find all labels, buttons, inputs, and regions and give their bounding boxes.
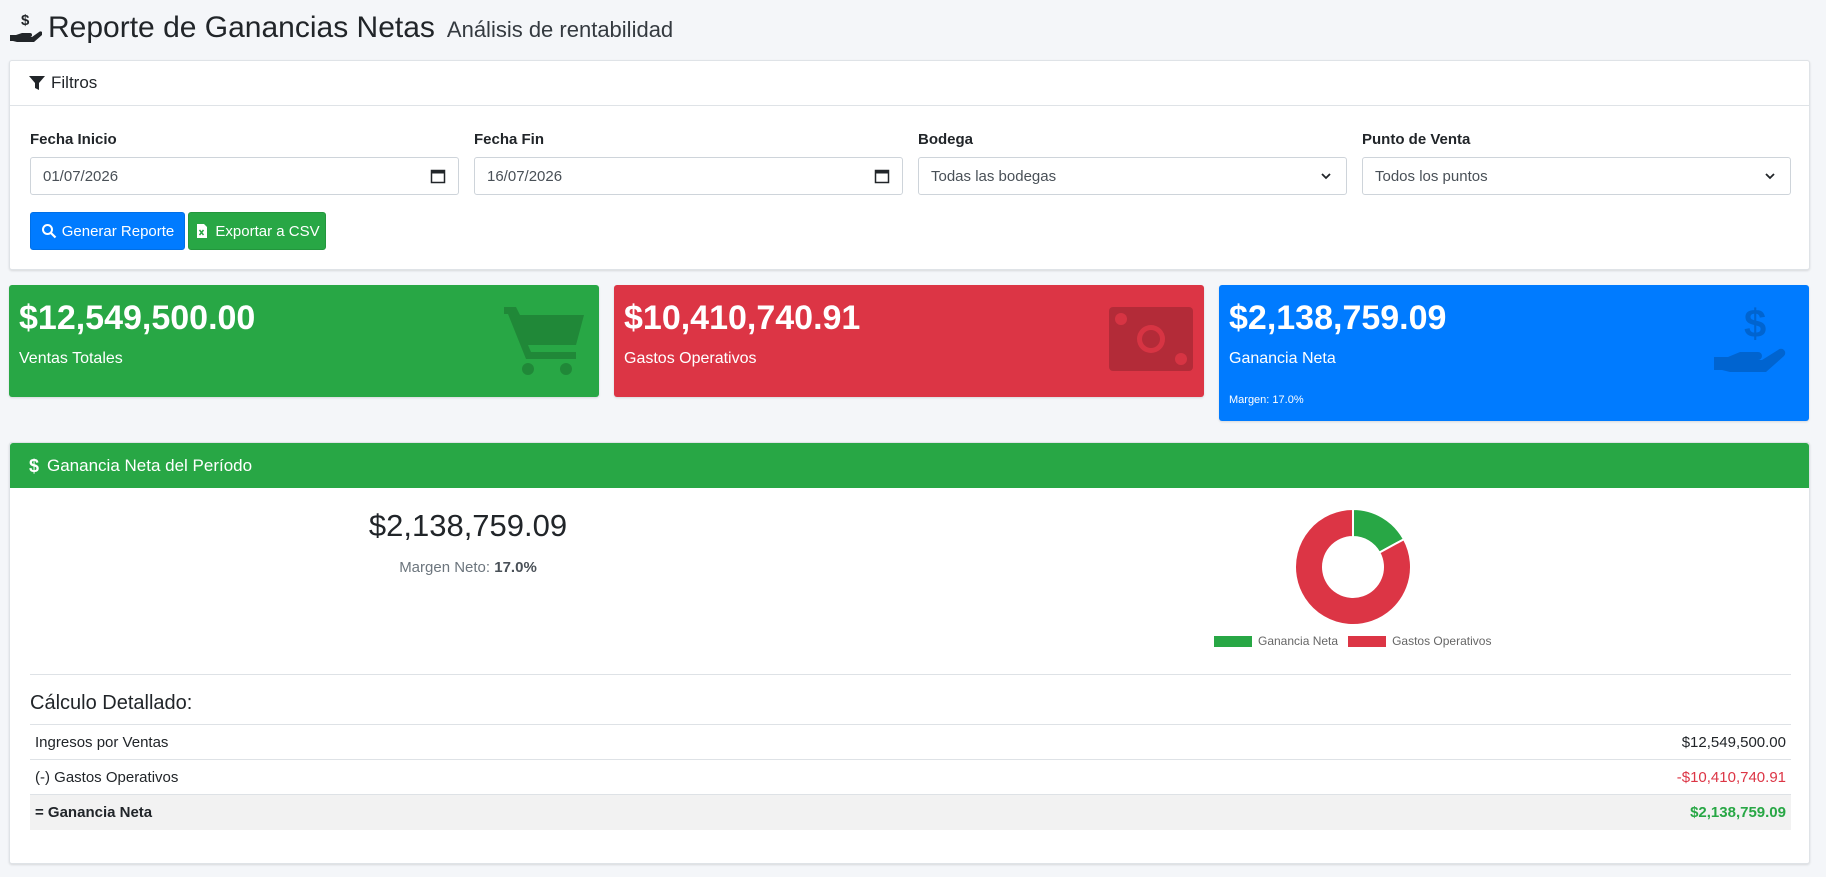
- filter-icon: [29, 76, 45, 90]
- filters-card: Filtros Fecha Inicio 01/07/2026 Fecha Fi…: [9, 60, 1810, 270]
- legend-item-ganancia[interactable]: Ganancia Neta: [1214, 634, 1338, 648]
- fecha-inicio-group: Fecha Inicio 01/07/2026: [30, 131, 459, 195]
- fecha-inicio-label: Fecha Inicio: [30, 131, 117, 148]
- punto-venta-select[interactable]: Todos los puntos: [1362, 157, 1791, 195]
- section-divider: [30, 674, 1791, 675]
- margin-value: 17.0%: [494, 559, 537, 576]
- table-row: Ingresos por Ventas $12,549,500.00: [30, 724, 1791, 760]
- table-row: (-) Gastos Operativos -$10,410,740.91: [30, 759, 1791, 795]
- gastos-operativos-value: $10,410,740.91: [624, 299, 861, 337]
- page-header: $ Reporte de Ganancias Netas Análisis de…: [8, 8, 673, 48]
- calendar-icon[interactable]: [874, 168, 890, 184]
- search-icon: [41, 224, 56, 239]
- fecha-fin-label: Fecha Fin: [474, 131, 545, 148]
- ganancia-neta-label: Ganancia Neta: [1229, 350, 1336, 367]
- profit-card: $ Ganancia Neta del Período $2,138,759.0…: [9, 442, 1810, 864]
- export-csv-label: Exportar a CSV: [215, 222, 320, 240]
- shopping-cart-icon: [504, 307, 584, 375]
- chart-legend: Ganancia Neta Gastos Operativos: [1214, 634, 1491, 648]
- page-subtitle: Análisis de rentabilidad: [446, 17, 674, 42]
- fecha-inicio-input[interactable]: 01/07/2026: [30, 157, 459, 195]
- ventas-totales-box: $12,549,500.00 Ventas Totales: [9, 285, 599, 397]
- calc-row-label: = Ganancia Neta: [30, 794, 1021, 830]
- generate-report-label: Generar Reporte: [61, 222, 175, 240]
- chevron-down-icon: [1321, 173, 1331, 180]
- legend-label-ganancia: Ganancia Neta: [1258, 634, 1339, 648]
- dollar-icon: $: [29, 457, 39, 474]
- profit-amount: $2,138,759.09: [368, 508, 568, 543]
- legend-swatch-gastos: [1348, 635, 1387, 647]
- profit-header: $ Ganancia Neta del Período: [10, 443, 1809, 488]
- svg-text:$: $: [21, 12, 30, 29]
- profit-title: Ganancia Neta del Período: [47, 455, 253, 475]
- gastos-operativos-box: $10,410,740.91 Gastos Operativos: [614, 285, 1204, 397]
- margin-label: Margen Neto:: [399, 559, 491, 576]
- filters-title: Filtros: [51, 73, 98, 92]
- calc-row-label: (-) Gastos Operativos: [30, 759, 1021, 795]
- legend-label-gastos: Gastos Operativos: [1392, 634, 1492, 648]
- filters-header: Filtros: [10, 61, 1809, 106]
- table-row: = Ganancia Neta $2,138,759.09: [30, 794, 1791, 830]
- punto-venta-selected: Todos los puntos: [1375, 167, 1488, 185]
- fecha-fin-input[interactable]: 16/07/2026: [474, 157, 903, 195]
- ventas-totales-value: $12,549,500.00: [19, 299, 256, 337]
- legend-item-gastos[interactable]: Gastos Operativos: [1348, 634, 1491, 648]
- ventas-totales-label: Ventas Totales: [19, 350, 123, 367]
- chevron-down-icon: [1765, 173, 1775, 180]
- calc-row-amount: $2,138,759.09: [1020, 794, 1791, 830]
- fecha-fin-group: Fecha Fin 16/07/2026: [474, 131, 903, 195]
- margin-line: Margen Neto: 17.0%: [10, 559, 926, 576]
- hand-holding-dollar-icon: $: [1714, 303, 1786, 372]
- ganancia-neta-value: $2,138,759.09: [1229, 299, 1447, 337]
- calendar-icon[interactable]: [430, 168, 446, 184]
- bodega-group: Bodega Todas las bodegas: [918, 131, 1347, 195]
- fecha-inicio-value: 01/07/2026: [43, 167, 119, 185]
- hand-holding-dollar-icon: $: [10, 12, 42, 42]
- fecha-fin-value: 16/07/2026: [487, 167, 563, 185]
- bodega-selected: Todas las bodegas: [931, 167, 1057, 185]
- profit-donut-chart: [1294, 507, 1412, 626]
- bodega-select[interactable]: Todas las bodegas: [918, 157, 1347, 195]
- punto-venta-group: Punto de Venta Todos los puntos: [1362, 131, 1791, 195]
- svg-text:$: $: [29, 457, 39, 474]
- calc-table: Ingresos por Ventas $12,549,500.00 (-) G…: [30, 724, 1791, 830]
- generate-report-button[interactable]: Generar Reporte: [30, 212, 185, 250]
- bodega-label: Bodega: [918, 131, 974, 148]
- calc-row-amount: -$10,410,740.91: [1020, 759, 1791, 795]
- page-title: Reporte de Ganancias Netas: [48, 11, 435, 44]
- file-excel-icon: [197, 224, 208, 238]
- money-bill-icon: [1109, 307, 1193, 371]
- svg-text:$: $: [1744, 303, 1766, 346]
- calc-row-amount: $12,549,500.00: [1020, 724, 1791, 760]
- calc-row-label: Ingresos por Ventas: [30, 724, 1021, 760]
- punto-venta-label: Punto de Venta: [1362, 131, 1471, 148]
- export-csv-button[interactable]: Exportar a CSV: [188, 212, 326, 250]
- gastos-operativos-label: Gastos Operativos: [624, 350, 757, 367]
- legend-swatch-ganancia: [1214, 635, 1252, 647]
- ganancia-neta-margin: Margen: 17.0%: [1229, 394, 1304, 406]
- calc-title: Cálculo Detallado:: [30, 692, 193, 714]
- ganancia-neta-box: $2,138,759.09 Ganancia Neta Margen: 17.0…: [1219, 285, 1809, 421]
